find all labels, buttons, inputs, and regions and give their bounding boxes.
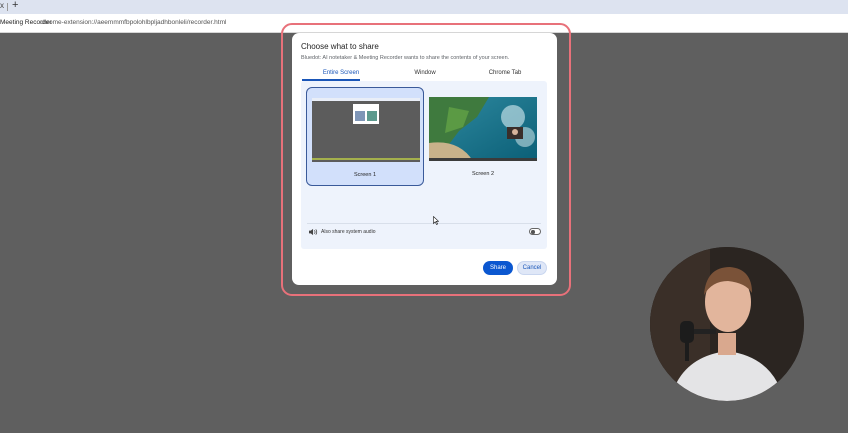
tab-window[interactable]: Window	[384, 70, 466, 76]
screen-1-thumbnail	[312, 98, 420, 162]
toggle-knob	[531, 230, 535, 234]
speaker-icon	[309, 228, 318, 236]
dialog-title: Choose what to share	[301, 42, 379, 51]
webcam-overlay	[650, 247, 804, 401]
tab-separator	[7, 3, 8, 11]
system-audio-label: Also share system audio	[321, 229, 376, 235]
audio-divider	[307, 223, 541, 224]
close-tab-icon[interactable]: x	[0, 1, 4, 10]
screen-2-thumbnail	[429, 97, 537, 161]
screen-1-label: Screen 1	[353, 172, 376, 178]
new-tab-button[interactable]: +	[12, 0, 18, 11]
screen-2-label: Screen 2	[471, 171, 494, 177]
tab-entire-screen[interactable]: Entire Screen	[300, 70, 382, 76]
screens-panel: Screen 1 Screen 2 Also share system audi…	[301, 81, 547, 249]
browser-tabstrip: x +	[0, 0, 848, 14]
share-source-tabs: Entire Screen Window Chrome Tab	[300, 68, 548, 81]
screen-option-2[interactable]: Screen 2	[424, 87, 542, 186]
url-text[interactable]: chrome-extension://aeemmmfbpolohlbpljadh…	[40, 19, 226, 26]
share-dialog: Choose what to share Bluedot: AI notetak…	[292, 33, 557, 285]
tab-chrome-tab[interactable]: Chrome Tab	[464, 70, 546, 76]
system-audio-row: Also share system audio	[307, 226, 543, 240]
system-audio-toggle[interactable]	[529, 228, 541, 235]
mouse-cursor-icon	[433, 216, 439, 225]
share-button[interactable]: Share	[483, 261, 513, 275]
screen-option-1[interactable]: Screen 1	[306, 87, 424, 186]
cancel-button[interactable]: Cancel	[517, 261, 547, 275]
dialog-subtitle: Bluedot: AI notetaker & Meeting Recorder…	[301, 55, 510, 61]
